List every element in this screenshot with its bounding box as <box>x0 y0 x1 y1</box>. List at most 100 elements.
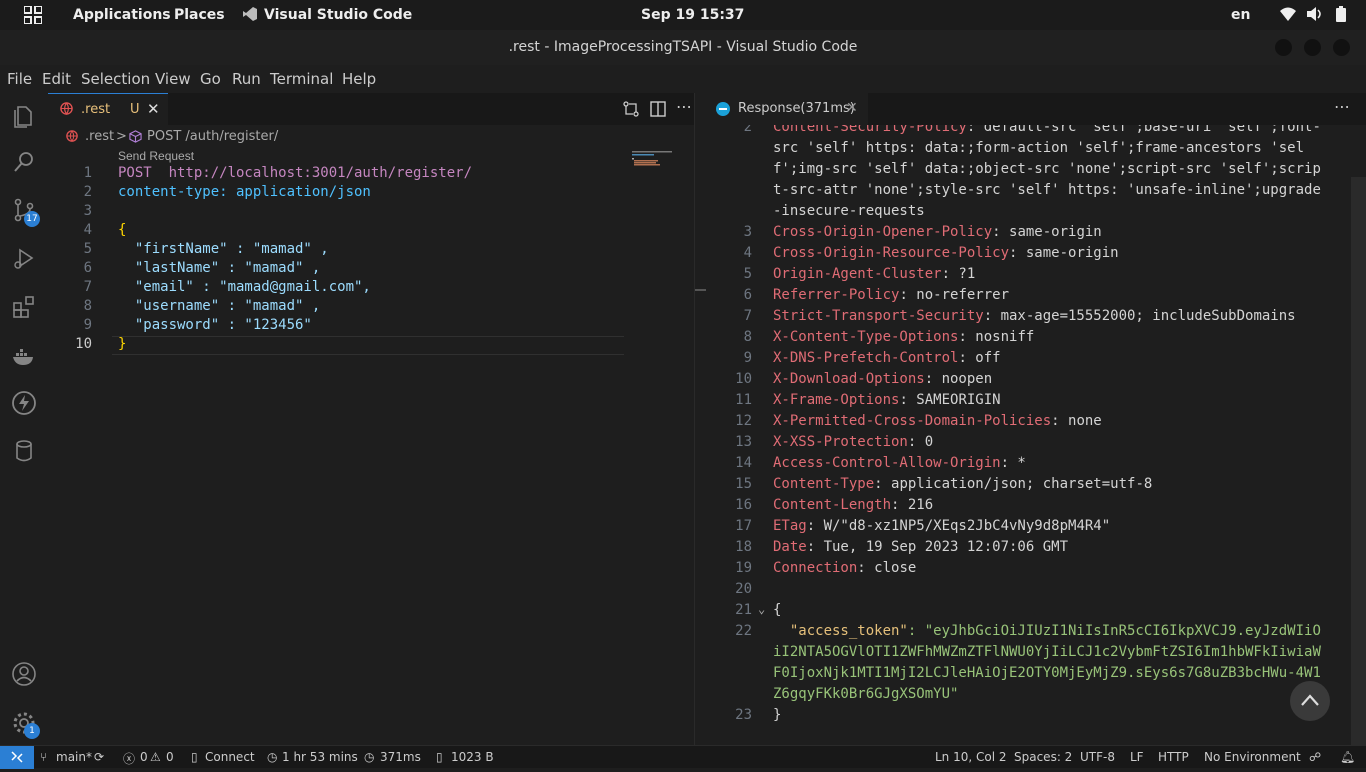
clock[interactable]: Sep 19 15:37 <box>641 7 744 23</box>
menu-help[interactable]: Help <box>342 70 376 88</box>
response-more-icon[interactable]: ⋯ <box>1334 97 1350 116</box>
response-line[interactable]: f';img-src 'self' data:;object-src 'none… <box>773 161 1321 177</box>
active-app-label[interactable]: Visual Studio Code <box>264 7 412 23</box>
menu-go[interactable]: Go <box>200 70 221 88</box>
split-editor-icon[interactable] <box>650 101 666 121</box>
extensions-icon[interactable] <box>12 295 36 319</box>
indentation[interactable]: Spaces: 2 <box>1014 750 1072 764</box>
language-mode[interactable]: HTTP <box>1158 750 1189 764</box>
tab-response[interactable]: Response(371ms) ✕ <box>706 93 868 125</box>
open-changes-icon[interactable] <box>623 101 639 121</box>
close-window-button[interactable] <box>1333 39 1350 56</box>
error-count[interactable]: 0 <box>140 750 148 764</box>
response-line[interactable]: ETag: W/"d8-xz1NP5/XEqs2JbC4vNy9d8pM4R4" <box>773 518 1110 534</box>
response-line[interactable]: Connection: close <box>773 560 916 576</box>
database-icon[interactable] <box>12 439 36 463</box>
response-line[interactable]: Date: Tue, 19 Sep 2023 12:07:06 GMT <box>773 539 1068 555</box>
session-time[interactable]: 1 hr 53 mins <box>282 750 358 764</box>
docker-icon[interactable] <box>12 345 36 369</box>
menu-file[interactable]: File <box>7 70 32 88</box>
response-line[interactable]: iI2NTA5OGVlOTI1ZWFhMWZmZTFlNWU0YjIiLCJ1c… <box>773 644 1321 660</box>
breadcrumb-file[interactable]: .rest <box>85 129 114 144</box>
environment[interactable]: No Environment <box>1204 750 1301 764</box>
response-line[interactable]: -insecure-requests <box>773 203 925 219</box>
minimap[interactable] <box>632 151 676 167</box>
sync-icon[interactable]: ⟳ <box>94 750 104 764</box>
send-request-codelens[interactable]: Send Request <box>118 149 194 163</box>
response-line[interactable]: Content-Length: 216 <box>773 497 933 513</box>
response-line[interactable]: } <box>773 707 781 723</box>
response-line[interactable]: Referrer-Policy: no-referrer <box>773 287 1009 303</box>
response-line[interactable]: t-src-attr 'none';style-src 'self' https… <box>773 182 1321 198</box>
keyboard-layout[interactable]: en <box>1231 7 1250 23</box>
code-line[interactable]: content-type: application/json <box>118 184 371 200</box>
response-line[interactable]: Content-Security-Policy: default-src 'se… <box>773 125 1321 135</box>
encoding[interactable]: UTF-8 <box>1080 750 1115 764</box>
code-line[interactable]: { <box>118 222 126 238</box>
wifi-icon[interactable] <box>1280 7 1296 25</box>
response-scrollbar[interactable] <box>1351 177 1366 745</box>
response-time[interactable]: 371ms <box>380 750 421 764</box>
code-line[interactable]: "username" : "mamad" , <box>118 298 320 314</box>
code-line[interactable]: POST http://localhost:3001/auth/register… <box>118 165 472 181</box>
breadcrumb-symbol[interactable]: POST /auth/register/ <box>147 129 278 144</box>
warning-count[interactable]: 0 <box>166 750 174 764</box>
menu-terminal[interactable]: Terminal <box>270 70 333 88</box>
applications-menu[interactable]: Applications <box>73 7 171 23</box>
response-line[interactable]: Strict-Transport-Security: max-age=15552… <box>773 308 1296 324</box>
explorer-icon[interactable] <box>12 104 36 128</box>
code-line[interactable]: "lastName" : "mamad" , <box>118 260 320 276</box>
thunder-client-icon[interactable] <box>12 391 36 415</box>
cursor-position[interactable]: Ln 10, Col 2 <box>935 750 1007 764</box>
response-line[interactable]: X-Frame-Options: SAMEORIGIN <box>773 392 1001 408</box>
scroll-to-top-button[interactable] <box>1290 681 1330 721</box>
maximize-button[interactable] <box>1303 39 1321 56</box>
response-line[interactable]: "access_token": "eyJhbGciOiJIUzI1NiIsInR… <box>773 623 1321 639</box>
account-icon[interactable] <box>12 662 36 686</box>
more-actions-icon[interactable]: ⋯ <box>676 97 692 116</box>
response-line[interactable]: Content-Type: application/json; charset=… <box>773 476 1152 492</box>
response-line[interactable]: Cross-Origin-Opener-Policy: same-origin <box>773 224 1102 240</box>
code-line[interactable]: "password" : "123456" <box>118 317 312 333</box>
places-menu[interactable]: Places <box>174 7 225 23</box>
response-line[interactable]: X-Content-Type-Options: nosniff <box>773 329 1034 345</box>
response-line[interactable]: Z6gqyFKk0Br6GJgXSOmYU" <box>773 686 958 702</box>
response-line[interactable]: X-Download-Options: noopen <box>773 371 992 387</box>
remote-indicator[interactable] <box>0 746 34 769</box>
connect-button[interactable]: Connect <box>205 750 255 764</box>
response-line[interactable]: X-XSS-Protection: 0 <box>773 434 933 450</box>
response-line[interactable]: F0IjoxNjk1MTI1MjI2LCJleHAiOjE2OTY0MjEyMj… <box>773 665 1321 681</box>
tab-close-icon[interactable]: ✕ <box>147 100 160 118</box>
menu-edit[interactable]: Edit <box>42 70 71 88</box>
tab-rest-file[interactable]: .rest U ✕ <box>48 93 168 125</box>
response-line[interactable]: Origin-Agent-Cluster: ?1 <box>773 266 975 282</box>
run-debug-icon[interactable] <box>12 247 36 271</box>
response-line[interactable]: X-DNS-Prefetch-Control: off <box>773 350 1001 366</box>
header-value: : * <box>1000 455 1026 471</box>
battery-icon[interactable] <box>1336 6 1346 26</box>
menu-view[interactable]: View <box>155 70 191 88</box>
request-editor[interactable]: Send Request 1 POST http://localhost:3001… <box>48 149 694 745</box>
response-tab-close-icon[interactable]: ✕ <box>846 100 858 116</box>
minimize-button[interactable] <box>1274 39 1292 56</box>
feedback-icon[interactable]: ☍ <box>1309 750 1321 764</box>
menu-run[interactable]: Run <box>232 70 261 88</box>
response-body[interactable]: 2 Content-Security-Policy: default-src 's… <box>706 125 1366 745</box>
branch-name[interactable]: main* <box>56 750 92 764</box>
volume-icon[interactable] <box>1307 7 1323 25</box>
response-line[interactable]: Access-Control-Allow-Origin: * <box>773 455 1026 471</box>
response-line[interactable]: Cross-Origin-Resource-Policy: same-origi… <box>773 245 1119 261</box>
search-icon[interactable] <box>12 150 36 174</box>
code-line[interactable]: "firstName" : "mamad" , <box>118 241 329 257</box>
response-size[interactable]: 1023 B <box>451 750 494 764</box>
response-line[interactable]: { <box>773 602 781 618</box>
notifications-bell-icon[interactable]: 🔔︎ <box>1340 750 1355 764</box>
end-of-line[interactable]: LF <box>1130 750 1144 764</box>
app-grid-icon[interactable] <box>23 5 43 28</box>
fold-chevron-icon[interactable]: ⌄ <box>758 602 765 616</box>
editor-group-sash[interactable] <box>694 93 707 745</box>
menu-selection[interactable]: Selection <box>81 70 150 88</box>
response-line[interactable]: src 'self' https: data:;form-action 'sel… <box>773 140 1304 156</box>
code-line[interactable]: "email" : "mamad@gmail.com", <box>118 279 371 295</box>
response-line[interactable]: X-Permitted-Cross-Domain-Policies: none <box>773 413 1102 429</box>
